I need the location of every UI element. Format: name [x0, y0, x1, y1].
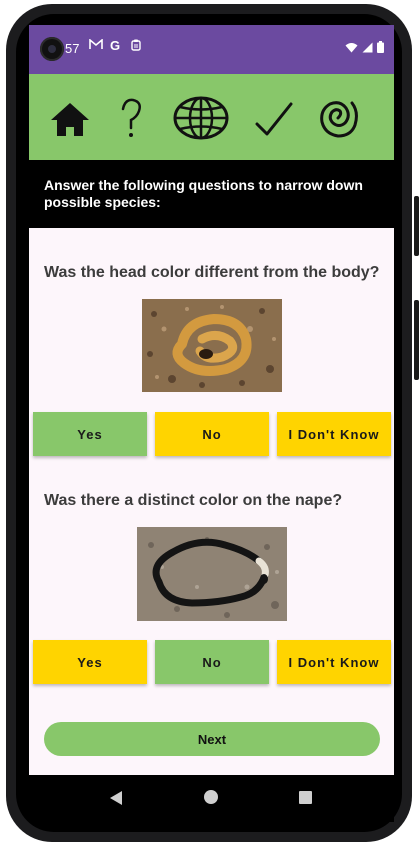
- checkmark-icon[interactable]: [251, 94, 297, 142]
- spiral-icon[interactable]: [315, 94, 361, 142]
- system-nav-bar: [29, 775, 394, 822]
- question-title: Was the head color different from the bo…: [44, 264, 380, 281]
- status-icons-right: [345, 40, 384, 58]
- instruction-text: Answer the following questions to narrow…: [44, 177, 363, 210]
- volume-button: [414, 300, 419, 380]
- clipboard-icon: [131, 39, 141, 54]
- answer-yes-button[interactable]: Yes: [33, 412, 147, 456]
- wifi-icon: [345, 40, 358, 58]
- answer-dont-know-button[interactable]: I Don't Know: [277, 412, 391, 456]
- answer-dont-know-button[interactable]: I Don't Know: [277, 640, 391, 684]
- globe-icon[interactable]: [173, 94, 229, 142]
- recents-icon[interactable]: [299, 791, 312, 804]
- app-screen: 57 G Answer the following questions to n…: [29, 25, 394, 775]
- question-list: Was the head color different from the bo…: [29, 228, 394, 775]
- question-title: Was there a distinct color on the nape?: [44, 492, 343, 509]
- google-icon: G: [110, 38, 121, 53]
- answer-yes-button[interactable]: Yes: [33, 640, 147, 684]
- gmail-icon: [89, 38, 103, 53]
- snake-photo-nape-color: [137, 527, 287, 621]
- snake-photo-head-color: [142, 299, 282, 392]
- camera-cutout: [40, 37, 64, 61]
- help-icon[interactable]: [109, 94, 155, 142]
- next-button[interactable]: Next: [44, 722, 380, 756]
- back-icon[interactable]: [109, 790, 123, 811]
- answer-no-button[interactable]: No: [155, 640, 269, 684]
- status-time: 57: [65, 41, 80, 56]
- instruction-banner: Answer the following questions to narrow…: [29, 160, 394, 228]
- top-nav-bar: [29, 74, 394, 160]
- phone-device: 57 G Answer the following questions to n…: [0, 0, 419, 845]
- power-button: [414, 196, 419, 256]
- cell-signal-icon: [362, 40, 373, 58]
- answer-no-button[interactable]: No: [155, 412, 269, 456]
- status-bar: 57 G: [29, 25, 394, 74]
- home-nav-icon[interactable]: [204, 790, 218, 804]
- battery-icon: [377, 40, 384, 58]
- home-icon[interactable]: [47, 94, 93, 142]
